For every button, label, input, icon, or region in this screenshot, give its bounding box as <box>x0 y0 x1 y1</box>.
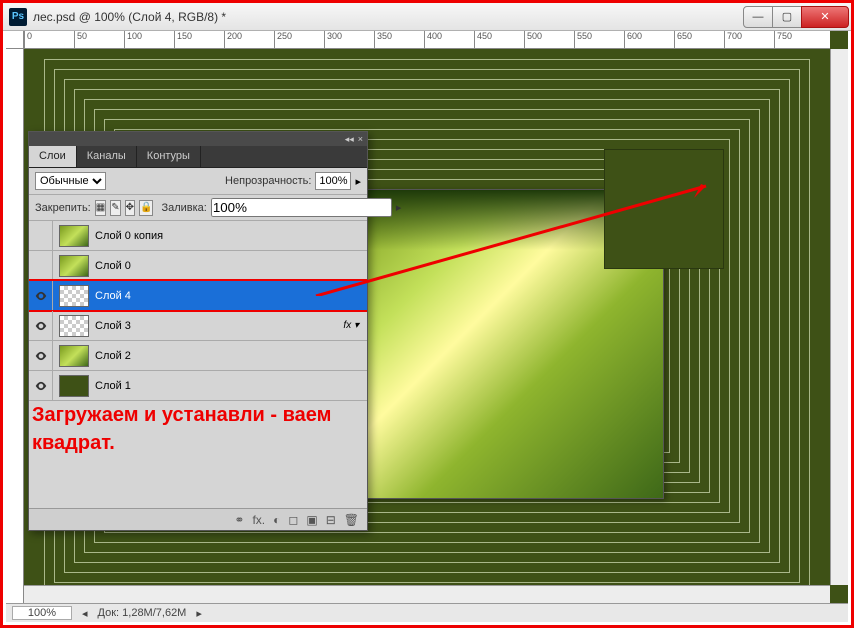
visibility-toggle[interactable] <box>29 221 53 251</box>
layer-name: Слой 3 <box>95 320 343 332</box>
panel-action-icon[interactable]: ◻ <box>288 513 298 527</box>
panel-action-icon[interactable]: 🗑 <box>344 513 359 527</box>
opacity-input[interactable] <box>315 172 351 190</box>
tab-Слои[interactable]: Слои <box>29 146 77 167</box>
scrollbar-vertical[interactable] <box>830 49 848 585</box>
status-bar: 100% ◂ Док: 1,28M/7,62M ▸ <box>6 603 848 622</box>
layer-thumbnail <box>59 225 89 247</box>
ruler-corner <box>6 31 24 49</box>
blend-mode-select[interactable]: Обычные <box>35 172 106 190</box>
layer-thumbnail <box>59 375 89 397</box>
layer-name: Слой 0 <box>95 260 367 272</box>
layer-name: Слой 4 <box>95 290 367 302</box>
workspace: 0501001502002503003504004505005506006507… <box>6 31 848 603</box>
layer-row[interactable]: Слой 0 <box>29 251 367 281</box>
panel-close-icon[interactable]: × <box>358 134 363 144</box>
doc-size: Док: 1,28M/7,62M <box>98 607 187 619</box>
visibility-toggle[interactable] <box>29 251 53 281</box>
opacity-label: Непрозрачность: <box>225 175 311 187</box>
layer-thumbnail <box>59 285 89 307</box>
panel-action-icon[interactable]: ⊟ <box>326 513 336 527</box>
layer-name: Слой 0 копия <box>95 230 367 242</box>
panel-collapse-icon[interactable]: ◂◂ <box>345 134 354 145</box>
panel-footer: ⚭ fx. ◐ ◻ ▣ ⊟ 🗑 <box>29 508 367 530</box>
lock-pixels-icon[interactable]: ✎ <box>110 200 120 216</box>
layer-row[interactable]: Слой 0 копия <box>29 221 367 251</box>
ruler-horizontal[interactable]: 0501001502002503003504004505005506006507… <box>24 31 830 49</box>
panel-action-icon[interactable]: ⚭ <box>234 513 244 527</box>
tab-Контуры[interactable]: Контуры <box>137 146 201 167</box>
layer-row[interactable]: Слой 3fx ▾ <box>29 311 367 341</box>
tab-Каналы[interactable]: Каналы <box>77 146 137 167</box>
scrollbar-horizontal[interactable] <box>24 585 830 603</box>
lock-label: Закрепить: <box>35 202 91 214</box>
layer-name: Слой 2 <box>95 350 367 362</box>
fill-label: Заливка: <box>161 202 206 214</box>
fill-flyout-icon[interactable]: ▸ <box>396 201 402 214</box>
lock-transparent-icon[interactable]: ▦ <box>95 200 106 216</box>
chevron-right-icon[interactable]: ▸ <box>196 607 202 620</box>
panel-tabs: СлоиКаналыКонтуры <box>29 146 367 168</box>
lock-all-icon[interactable]: 🔒 <box>139 200 153 216</box>
panel-action-icon[interactable]: ◐ <box>273 513 280 527</box>
visibility-toggle[interactable] <box>29 341 53 371</box>
layer-fx-icon[interactable]: fx ▾ <box>343 320 367 331</box>
layer-thumbnail <box>59 255 89 277</box>
square-layer <box>604 149 724 269</box>
layer-thumbnail <box>59 315 89 337</box>
visibility-toggle[interactable] <box>29 371 53 401</box>
annotation-text: Загружаем и устанавли - ваем квадрат. <box>32 401 362 457</box>
opacity-flyout-icon[interactable]: ▸ <box>355 175 361 188</box>
layer-thumbnail <box>59 345 89 367</box>
panel-action-icon[interactable]: fx. <box>252 513 265 527</box>
close-button[interactable]: ✕ <box>801 6 849 28</box>
zoom-level[interactable]: 100% <box>12 606 72 620</box>
maximize-button[interactable]: ▢ <box>772 6 802 28</box>
lock-position-icon[interactable]: ✥ <box>125 200 135 216</box>
layer-row[interactable]: Слой 1 <box>29 371 367 401</box>
layer-name: Слой 1 <box>95 380 367 392</box>
panel-header: ◂◂ × <box>29 132 367 146</box>
layer-row[interactable]: Слой 2 <box>29 341 367 371</box>
visibility-toggle[interactable] <box>29 311 53 341</box>
app-logo: Ps <box>9 8 27 26</box>
chevron-left-icon[interactable]: ◂ <box>82 607 88 620</box>
panel-action-icon[interactable]: ▣ <box>306 513 317 527</box>
visibility-toggle[interactable] <box>29 281 53 311</box>
layers-list: Слой 0 копия Слой 0 Слой 4 Слой 3fx ▾ Слой 2… <box>29 221 367 508</box>
window-title: лес.psd @ 100% (Слой 4, RGB/8) * <box>33 10 744 24</box>
titlebar: Ps лес.psd @ 100% (Слой 4, RGB/8) * — ▢ … <box>3 3 851 31</box>
ruler-vertical[interactable] <box>6 49 24 603</box>
fill-input[interactable] <box>211 198 392 217</box>
layers-panel: ◂◂ × СлоиКаналыКонтуры Обычные Непрозрач… <box>28 131 368 531</box>
layer-row[interactable]: Слой 4 <box>29 281 367 311</box>
minimize-button[interactable]: — <box>743 6 773 28</box>
